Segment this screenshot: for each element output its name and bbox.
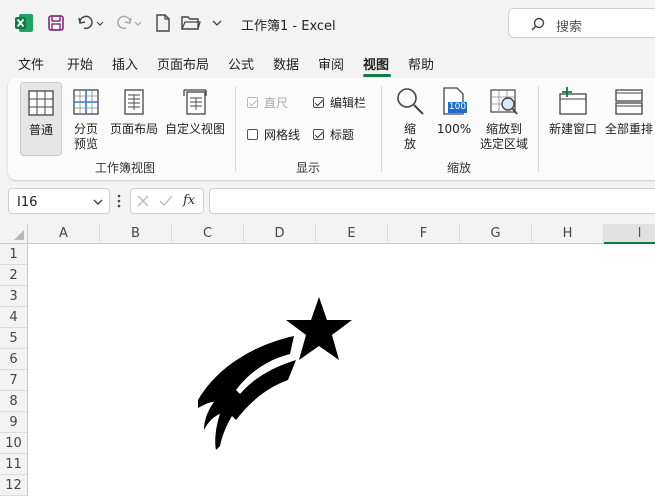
arrange-all-icon [615, 89, 643, 115]
ruler-checkbox: 直尺 [247, 94, 288, 111]
group-label-show: 显示 [296, 161, 321, 175]
cancel-icon [137, 195, 149, 207]
magnifier-icon [397, 88, 424, 115]
ribbon-separator [381, 86, 382, 172]
tab-page-layout[interactable]: 页面布局 [157, 54, 209, 73]
normal-view-button[interactable]: 普通 [20, 82, 62, 156]
row-header[interactable]: 6 [0, 349, 28, 370]
column-header-f[interactable]: F [388, 224, 460, 244]
new-file-icon[interactable] [154, 12, 172, 34]
gridlines-checkbox[interactable]: 网格线 [247, 126, 300, 143]
group-label-zoom: 缩放 [447, 161, 472, 175]
row-header[interactable]: 8 [0, 391, 28, 412]
tab-help[interactable]: 帮助 [408, 54, 434, 73]
formula-bar-checkbox[interactable]: 编辑栏 [313, 94, 366, 111]
page-layout-view-button[interactable]: 页面布局 [108, 82, 160, 156]
row-header[interactable]: 7 [0, 370, 28, 391]
column-header-a[interactable]: A [28, 224, 100, 244]
column-header-e[interactable]: E [316, 224, 388, 244]
enter-check-icon [159, 195, 173, 206]
zoom-100-button[interactable]: 100 100% [434, 82, 474, 156]
zoom-to-selection-button[interactable]: 缩放到 选定区域 [476, 82, 532, 156]
group-label-workbook-views: 工作簿视图 [95, 161, 156, 175]
formula-actions: fx [130, 188, 204, 214]
active-tab-indicator [363, 74, 391, 77]
save-icon[interactable] [46, 12, 66, 34]
select-all-corner[interactable] [0, 224, 28, 244]
customize-toolbar-icon[interactable] [210, 12, 224, 34]
checkbox-box [247, 97, 258, 108]
shooting-star-icon[interactable] [190, 294, 360, 454]
zoom-button[interactable]: 缩 放 [392, 82, 428, 156]
tab-data[interactable]: 数据 [273, 54, 299, 73]
tab-review[interactable]: 审阅 [318, 54, 344, 73]
normal-view-icon [28, 90, 54, 116]
chevron-down-icon[interactable] [93, 198, 103, 206]
zoom-100-icon: 100 [441, 86, 467, 116]
ribbon-tabs: 文件 开始 插入 页面布局 公式 数据 审阅 视图 帮助 [0, 50, 655, 77]
column-header-g[interactable]: G [460, 224, 532, 244]
ribbon-separator [235, 86, 236, 172]
more-options-icon[interactable] [117, 194, 121, 211]
worksheet-grid[interactable]: A B C D E F G H I 1 2 3 4 5 6 7 8 9 10 1… [0, 224, 655, 499]
page-break-icon [73, 89, 99, 115]
checkbox-box [247, 129, 258, 140]
row-header[interactable]: 10 [0, 433, 28, 454]
zoom-selection-icon [490, 89, 518, 115]
tab-formulas[interactable]: 公式 [228, 54, 254, 73]
row-header[interactable]: 9 [0, 412, 28, 433]
checkbox-box [313, 97, 324, 108]
tab-home[interactable]: 开始 [67, 54, 93, 73]
column-header-d[interactable]: D [244, 224, 316, 244]
column-header-i[interactable]: I [604, 224, 655, 244]
checkbox-box [313, 129, 324, 140]
row-header[interactable]: 5 [0, 328, 28, 349]
new-window-button[interactable]: 新建窗口 [546, 82, 600, 156]
row-header[interactable]: 4 [0, 307, 28, 328]
page-layout-icon [124, 89, 144, 115]
ribbon-panel: 普通 分页 预览 页面布局 自定义视图 工作簿视图 直尺 编辑栏 网格线 标题 … [8, 78, 655, 180]
excel-logo-icon [14, 13, 34, 33]
search-input[interactable]: 搜索 [508, 8, 655, 38]
column-header-c[interactable]: C [172, 224, 244, 244]
row-header[interactable]: 1 [0, 244, 28, 265]
tab-file[interactable]: 文件 [18, 54, 44, 73]
formula-input[interactable] [209, 188, 655, 214]
custom-views-icon [183, 89, 207, 115]
column-header-b[interactable]: B [100, 224, 172, 244]
arrange-all-button[interactable]: 全部重排 [602, 82, 655, 156]
column-header-h[interactable]: H [532, 224, 604, 244]
custom-views-button[interactable]: 自定义视图 [163, 82, 227, 156]
page-break-preview-button[interactable]: 分页 预览 [66, 82, 106, 156]
formula-bar: I16 fx [0, 186, 655, 218]
row-header[interactable]: 12 [0, 475, 28, 496]
insert-function-button[interactable]: fx [183, 193, 195, 208]
search-placeholder: 搜索 [556, 20, 583, 35]
open-folder-icon[interactable] [180, 12, 202, 34]
row-header[interactable]: 3 [0, 286, 28, 307]
window-title: 工作簿1 - Excel [241, 19, 336, 34]
new-window-icon [559, 87, 587, 115]
redo-icon [114, 12, 144, 34]
title-bar: 工作簿1 - Excel 搜索 [0, 0, 655, 46]
name-box[interactable]: I16 [8, 188, 110, 214]
undo-icon[interactable] [76, 12, 106, 34]
ribbon-separator [538, 86, 539, 172]
row-header[interactable]: 11 [0, 454, 28, 475]
headings-checkbox[interactable]: 标题 [313, 126, 354, 143]
tab-insert[interactable]: 插入 [112, 54, 138, 73]
search-icon [531, 17, 545, 31]
tab-view[interactable]: 视图 [363, 54, 389, 73]
row-header[interactable]: 2 [0, 265, 28, 286]
